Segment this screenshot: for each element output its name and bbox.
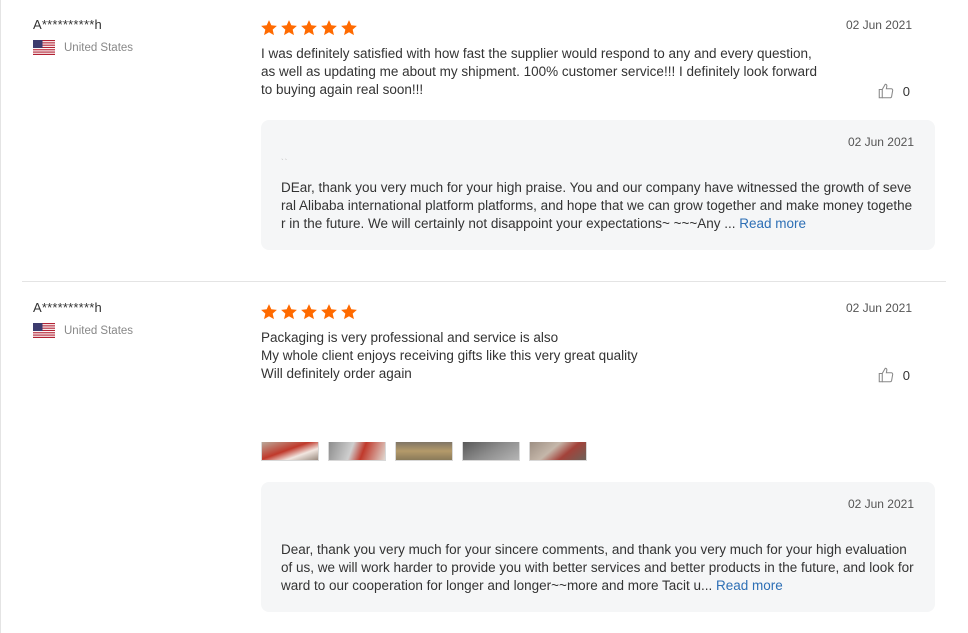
star-icon [261,304,277,320]
review-photos [261,442,587,461]
star-rating [260,19,358,37]
star-icon [321,20,337,36]
supplier-reply: 02 Jun 2021 Dear, thank you very much fo… [261,482,935,612]
star-icon [281,304,297,320]
review-photo-thumbnail[interactable] [529,442,587,461]
review-date: 02 Jun 2021 [845,18,912,32]
reviewer-info: A**********h United States [33,300,133,338]
review-photo-thumbnail[interactable] [328,442,386,461]
us-flag-icon [33,40,55,55]
reviewer-name: A**********h [33,17,102,32]
like-count: 0 [902,367,910,383]
reviewer-name: A**********h [33,300,102,315]
reviewer-country: United States [33,40,133,55]
review-text-line: Will definitely order again [261,366,412,381]
reply-date: 02 Jun 2021 [847,497,914,511]
star-icon [321,304,337,320]
star-icon [261,20,277,36]
reply-text: DEar, thank you very much for your high … [281,179,915,233]
review-item: A**********h United States 02 Jun 2021 I… [22,0,946,282]
supplier-reply: 02 Jun 2021 `` DEar, thank you very much… [261,120,935,250]
review-text: Packaging is very professional and servi… [261,329,821,383]
thumbs-up-icon [878,83,893,99]
review-text-line: Packaging is very professional and servi… [261,330,559,345]
thumbs-up-icon [878,367,893,383]
reply-marker: `` [281,158,289,167]
read-more-link[interactable]: Read more [716,578,783,593]
country-name: United States [64,41,134,54]
review-text: I was definitely satisfied with how fast… [261,46,818,97]
review-date: 02 Jun 2021 [845,301,912,315]
like-count: 0 [902,83,910,99]
reply-text-content: DEar, thank you very much for your high … [281,180,913,231]
review-photo-thumbnail[interactable] [261,442,319,461]
review-photo-thumbnail[interactable] [462,442,520,461]
star-icon [341,20,357,36]
reply-date: 02 Jun 2021 [847,135,914,149]
reviewer-country: United States [33,323,133,338]
star-icon [301,304,317,320]
reply-text-content: Dear, thank you very much for your since… [281,542,914,593]
left-border [0,0,1,633]
review-photo-thumbnail[interactable] [395,442,453,461]
us-flag-icon [33,323,55,338]
star-icon [281,20,297,36]
star-icon [301,20,317,36]
like-button[interactable]: 0 [877,82,910,100]
reviewer-info: A**********h United States [33,17,133,55]
read-more-link[interactable]: Read more [739,216,806,231]
reply-text: Dear, thank you very much for your since… [281,541,915,595]
review-item: A**********h United States 02 Jun 2021 P… [22,282,946,633]
star-icon [341,304,357,320]
like-button[interactable]: 0 [877,366,910,384]
review-text-line: My whole client enjoys receiving gifts l… [261,348,638,363]
star-rating [260,303,358,321]
country-name: United States [64,324,134,337]
